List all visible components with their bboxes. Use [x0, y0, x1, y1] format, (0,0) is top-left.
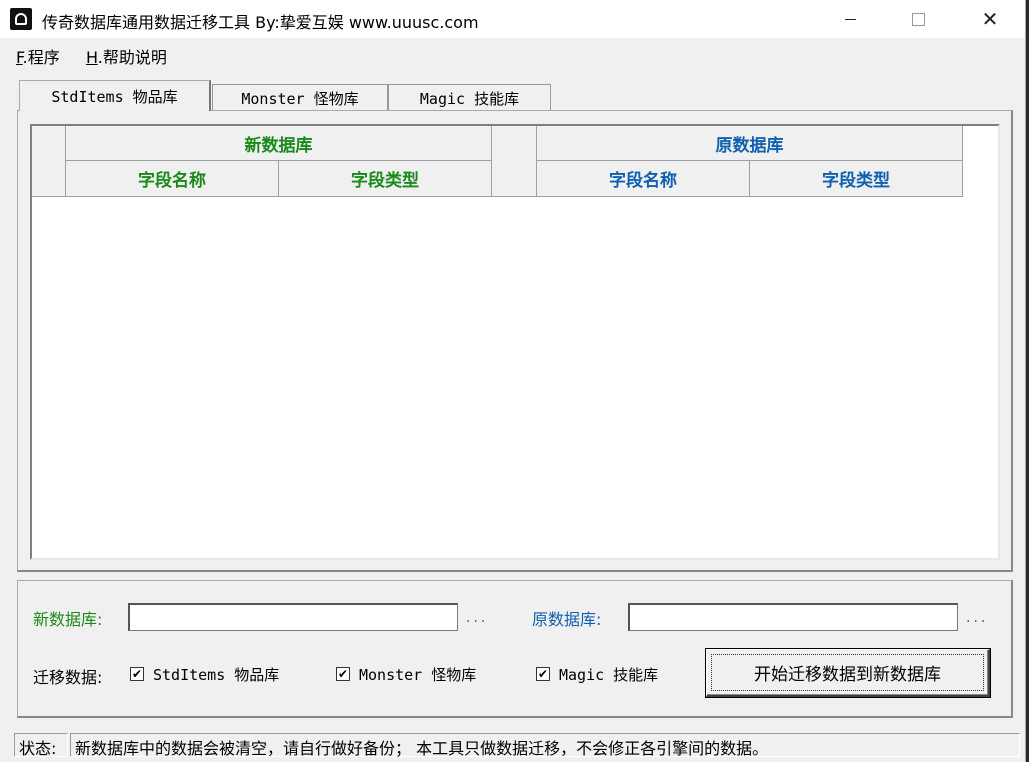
maximize-icon	[911, 12, 925, 26]
monster-checkbox[interactable]: ✔	[336, 667, 350, 681]
menu-help[interactable]: H.帮助说明	[86, 44, 167, 68]
old-db-browse-button[interactable]: ...	[966, 610, 988, 626]
old-db-header: 原数据库	[537, 126, 963, 161]
tab-magic[interactable]: Magic 技能库	[388, 84, 551, 111]
monster-checkbox-label[interactable]: Monster 怪物库	[359, 664, 476, 685]
app-icon	[10, 8, 32, 30]
old-db-label: 原数据库:	[532, 610, 602, 629]
menu-program-label: .程序	[22, 48, 60, 67]
field-mapping-grid[interactable]: 新数据库 字段名称 字段类型 原数据库 字段名称 字段类型	[30, 124, 1000, 560]
menu-help-label: .帮助说明	[97, 48, 167, 67]
magic-checkbox-label[interactable]: Magic 技能库	[559, 664, 658, 685]
window-title: 传奇数据库通用数据迁移工具 By:挚爱互娱 www.uuusc.com	[42, 13, 479, 32]
old-field-type-header[interactable]: 字段类型	[750, 161, 963, 197]
new-db-input[interactable]	[128, 603, 458, 631]
status-label: 状态:	[14, 733, 68, 758]
minimize-button[interactable]	[815, 0, 885, 38]
tab-monster[interactable]: Monster 怪物库	[212, 84, 388, 111]
focus-rectangle	[711, 654, 984, 691]
maximize-button[interactable]	[883, 0, 953, 38]
close-button[interactable]: ✕	[955, 0, 1025, 38]
new-db-header: 新数据库	[66, 126, 492, 161]
grid-corner-cell	[32, 126, 66, 197]
menu-bar: F.程序 H.帮助说明	[0, 38, 1025, 68]
main-window: 传奇数据库通用数据迁移工具 By:挚爱互娱 www.uuusc.com ✕ F.…	[0, 0, 1026, 762]
magic-checkbox[interactable]: ✔	[536, 667, 550, 681]
menu-program-accelerator: F	[16, 48, 23, 67]
new-db-label: 新数据库:	[33, 610, 103, 629]
status-message: 新数据库中的数据会被清空，请自行做好备份； 本工具只做数据迁移，不会修正各引擎间…	[70, 733, 1020, 758]
minimize-icon	[844, 18, 856, 20]
migrate-label: 迁移数据:	[33, 668, 103, 687]
new-field-type-header[interactable]: 字段类型	[279, 161, 492, 197]
stditems-checkbox[interactable]: ✔	[130, 667, 144, 681]
status-bar: 状态: 新数据库中的数据会被清空，请自行做好备份； 本工具只做数据迁移，不会修正…	[0, 730, 1025, 762]
start-migration-button[interactable]: 开始迁移数据到新数据库	[706, 649, 990, 697]
new-db-browse-button[interactable]: ...	[466, 610, 488, 626]
old-field-name-header[interactable]: 字段名称	[537, 161, 750, 197]
title-bar[interactable]: 传奇数据库通用数据迁移工具 By:挚爱互娱 www.uuusc.com ✕	[0, 0, 1025, 38]
stditems-checkbox-label[interactable]: StdItems 物品库	[153, 664, 279, 685]
grid-separator-cell	[492, 126, 537, 197]
menu-help-accelerator: H	[86, 48, 98, 67]
tab-stditems[interactable]: StdItems 物品库	[19, 80, 211, 111]
close-icon: ✕	[981, 7, 999, 31]
old-db-input[interactable]	[628, 603, 958, 631]
menu-program[interactable]: F.程序	[16, 44, 60, 68]
new-field-name-header[interactable]: 字段名称	[66, 161, 279, 197]
